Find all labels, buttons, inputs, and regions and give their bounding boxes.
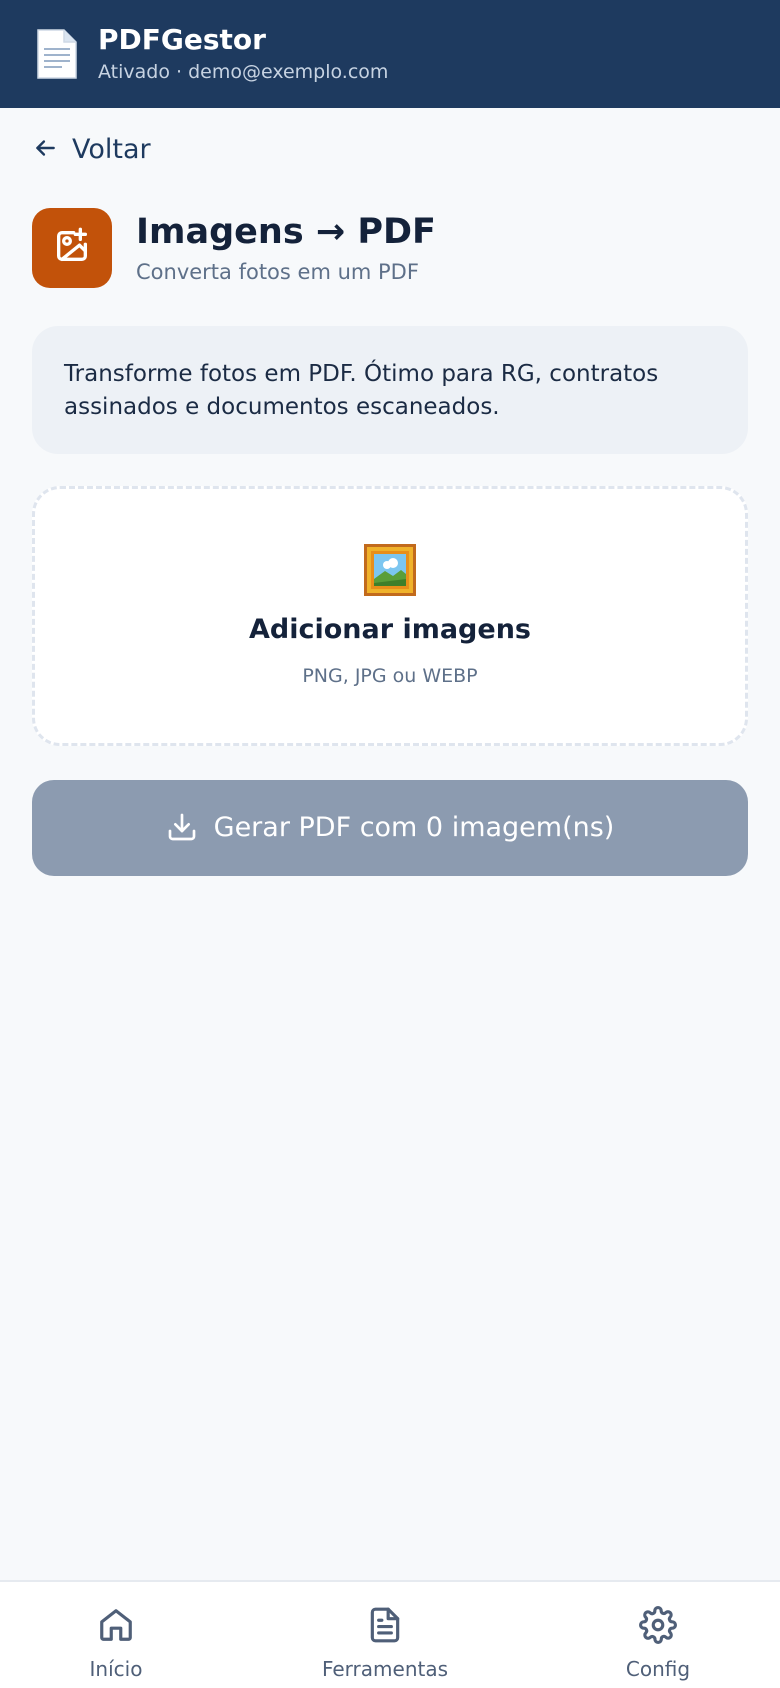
gear-icon	[639, 1582, 677, 1648]
tool-header: Imagens → PDF Converta fotos em um PDF	[32, 208, 436, 288]
bottom-nav: Início Ferramentas Config	[0, 1580, 780, 1688]
page-title: Imagens → PDF	[136, 212, 436, 252]
app-screen: PDFGestor Ativado · demo@exemplo.com Vol…	[0, 0, 780, 1688]
info-box: Transforme fotos em PDF. Ótimo para RG, …	[32, 326, 748, 454]
home-icon	[97, 1582, 135, 1648]
account-status: Ativado · demo@exemplo.com	[98, 61, 389, 83]
nav-label-tools: Ferramentas	[321, 1657, 449, 1681]
app-title: PDFGestor	[98, 23, 266, 56]
file-text-icon	[366, 1582, 404, 1648]
back-label: Voltar	[72, 134, 151, 165]
nav-item-home[interactable]: Início	[16, 1582, 216, 1688]
dropzone-hint: PNG, JPG ou WEBP	[302, 665, 478, 687]
header-titles: PDFGestor Ativado · demo@exemplo.com	[98, 23, 388, 85]
generate-pdf-label: Gerar PDF com 0 imagem(ns)	[213, 812, 615, 843]
nav-item-tools[interactable]: Ferramentas	[285, 1582, 485, 1688]
document-icon	[34, 28, 80, 80]
arrow-left-icon	[32, 135, 72, 165]
dropzone-title: Adicionar imagens	[249, 614, 531, 645]
app-header: PDFGestor Ativado · demo@exemplo.com	[0, 0, 780, 108]
generate-pdf-button[interactable]: Gerar PDF com 0 imagem(ns)	[32, 780, 748, 876]
add-images-dropzone[interactable]: Adicionar imagens PNG, JPG ou WEBP	[32, 486, 748, 746]
tool-texts: Imagens → PDF Converta fotos em um PDF	[136, 210, 436, 286]
info-text: Transforme fotos em PDF. Ótimo para RG, …	[64, 361, 659, 420]
nav-label-config: Config	[625, 1657, 691, 1681]
image-plus-icon	[52, 226, 92, 270]
download-icon	[166, 811, 214, 846]
tool-icon-badge	[32, 208, 112, 288]
nav-label-home: Início	[89, 1657, 143, 1681]
nav-item-config[interactable]: Config	[558, 1582, 758, 1688]
back-button[interactable]: Voltar	[32, 130, 151, 170]
framed-picture-icon	[363, 543, 417, 597]
page-subtitle: Converta fotos em um PDF	[136, 260, 419, 284]
